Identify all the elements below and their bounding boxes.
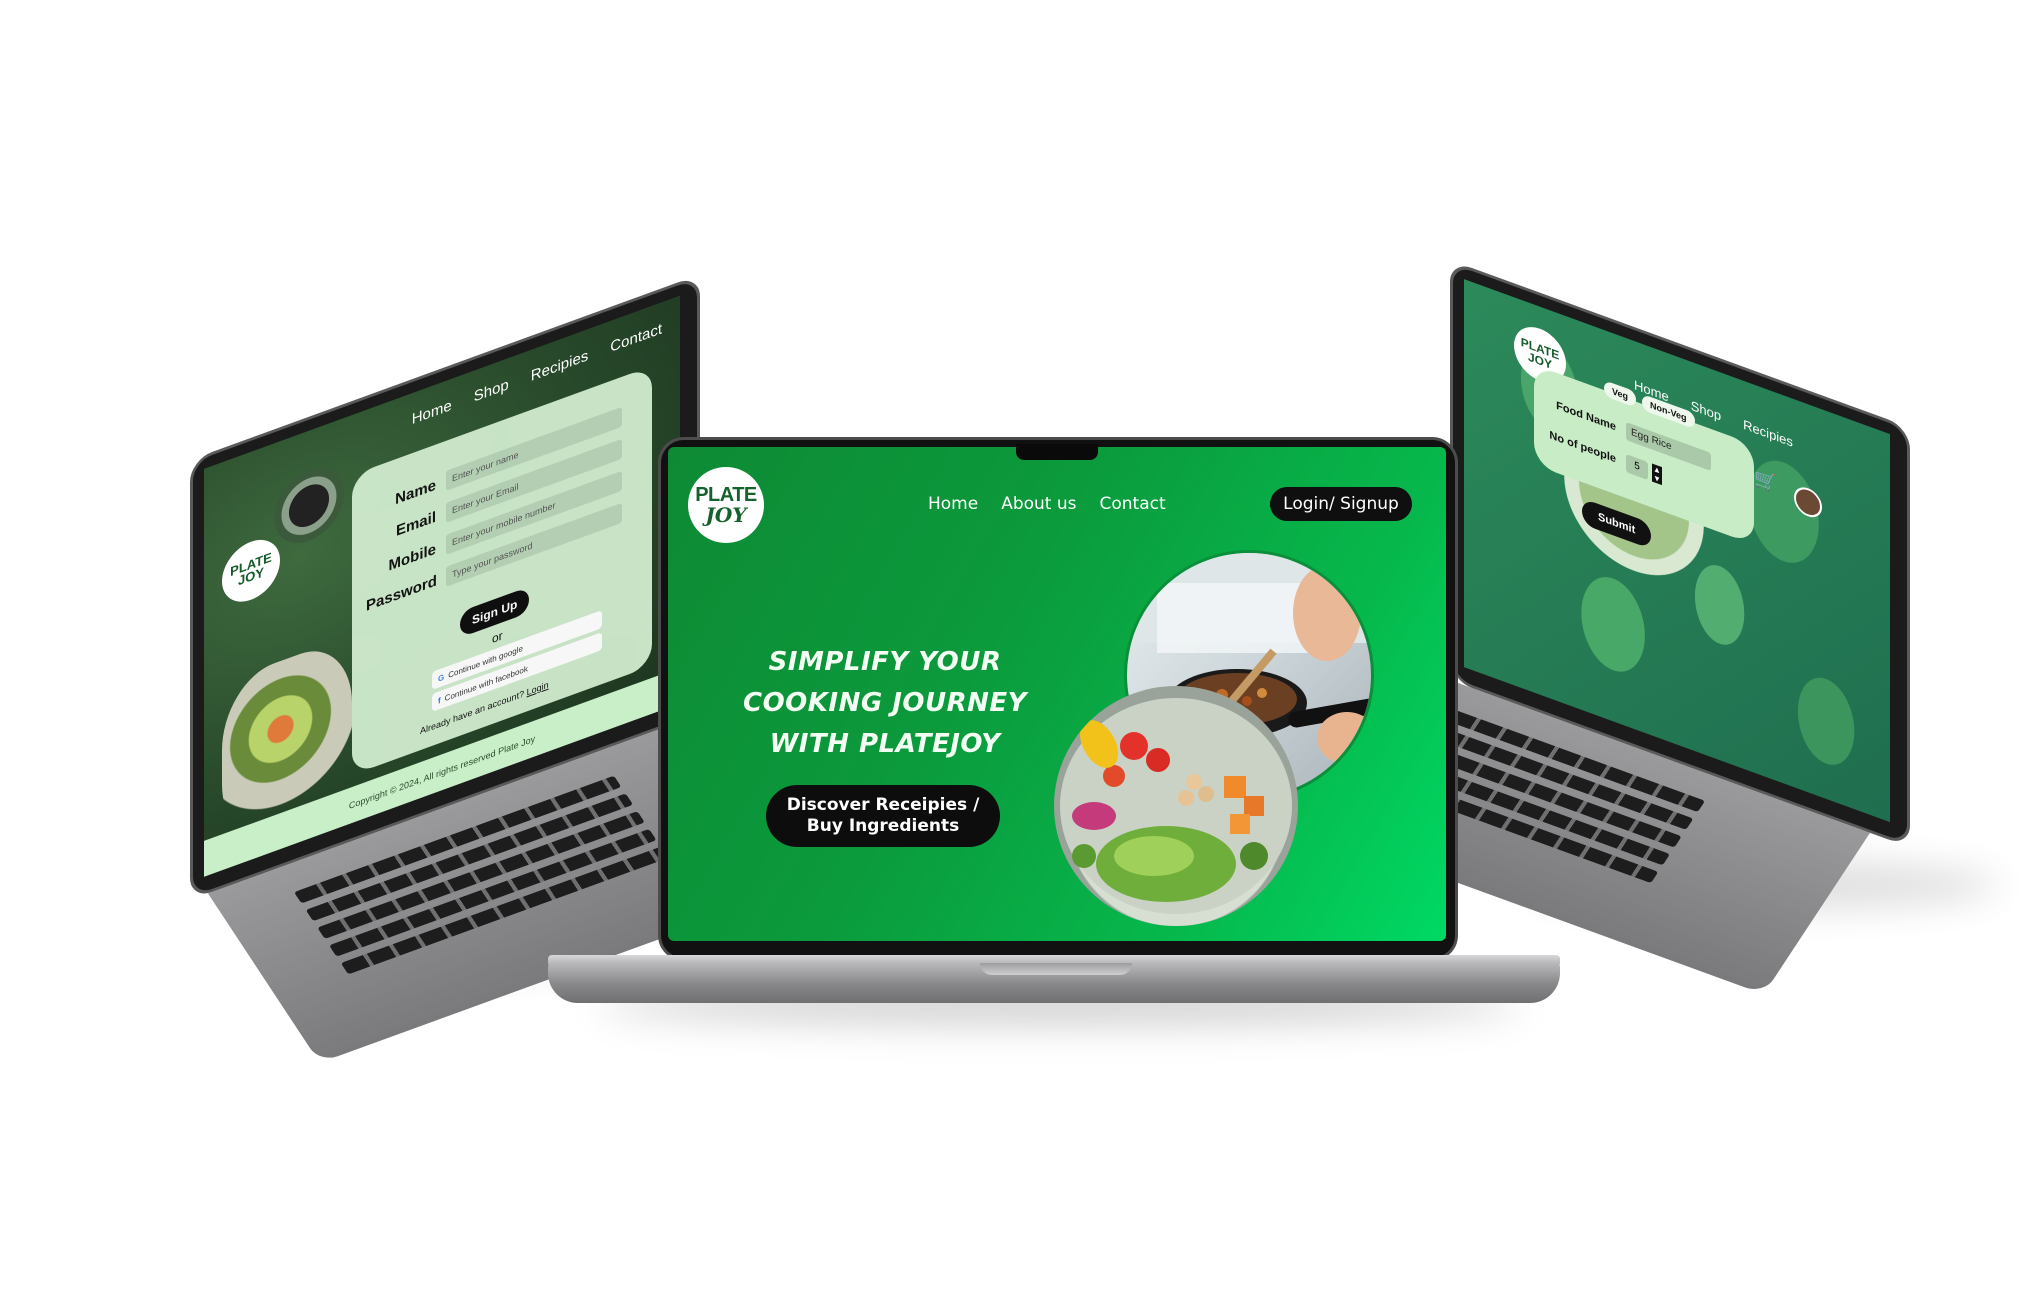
hero-line-2: COOKING JOURNEY (742, 688, 1028, 718)
left-laptop: Home Shop Recipies Contact PLATE JOY Name… (190, 270, 820, 1063)
nav-recipies[interactable]: Recipies (1743, 417, 1793, 450)
camera-notch (1016, 444, 1098, 460)
people-stepper[interactable]: 5 ▲ ▼ (1626, 454, 1662, 486)
cta-line-1: Discover Receipies / (786, 795, 980, 815)
login-signup-button[interactable]: Login/ Signup (1270, 487, 1412, 521)
opening-notch (980, 963, 1132, 975)
avatar[interactable] (1794, 483, 1822, 522)
people-value[interactable]: 5 (1626, 454, 1648, 481)
nav-shop[interactable]: Shop (474, 376, 509, 406)
nav-contact[interactable]: Contact (1100, 494, 1166, 514)
discover-recipes-button[interactable]: Discover Receipies / Buy Ingredients (766, 785, 1000, 847)
nav-recipies[interactable]: Recipies (531, 347, 589, 385)
cta-line-2: Buy Ingredients (806, 816, 960, 836)
logo-text-plate: PLATE (695, 484, 757, 506)
sesame-bowl-image (274, 457, 344, 554)
veg-option[interactable]: Veg (1604, 380, 1637, 408)
stepper-arrows-icon[interactable]: ▲ ▼ (1652, 463, 1662, 486)
logo-text-joy: JOY (705, 503, 747, 527)
nav-home[interactable]: Home (928, 494, 978, 514)
login-link[interactable]: Login (527, 679, 549, 697)
nav-contact[interactable]: Contact (610, 320, 662, 356)
main-nav: Home About us Contact (928, 494, 1166, 514)
or-divider: or (492, 628, 503, 647)
hero-heading: SIMPLIFY YOUR COOKING JOURNEY WITH PLATE… (712, 642, 1058, 765)
vegetable-bowl-image (1054, 686, 1298, 926)
nav-shop[interactable]: Shop (1691, 398, 1721, 424)
facebook-icon: f (438, 695, 441, 706)
nav-about-us[interactable]: About us (1001, 494, 1076, 514)
hero-line-3: WITH PLATEJOY (769, 729, 1001, 759)
nav-home[interactable]: Home (412, 397, 452, 429)
platejoy-logo: PLATE JOY (222, 531, 280, 611)
platejoy-logo[interactable]: PLATE JOY (688, 467, 764, 543)
right-laptop: PLATE JOY Home Shop Recipies 🛒 Veg Non-Ve… (1283, 260, 1920, 995)
people-label: No of people (1549, 429, 1616, 466)
cart-icon[interactable]: 🛒 (1754, 467, 1776, 496)
hero-line-1: SIMPLIFY YOUR (768, 647, 1002, 677)
google-icon: G (438, 671, 445, 684)
